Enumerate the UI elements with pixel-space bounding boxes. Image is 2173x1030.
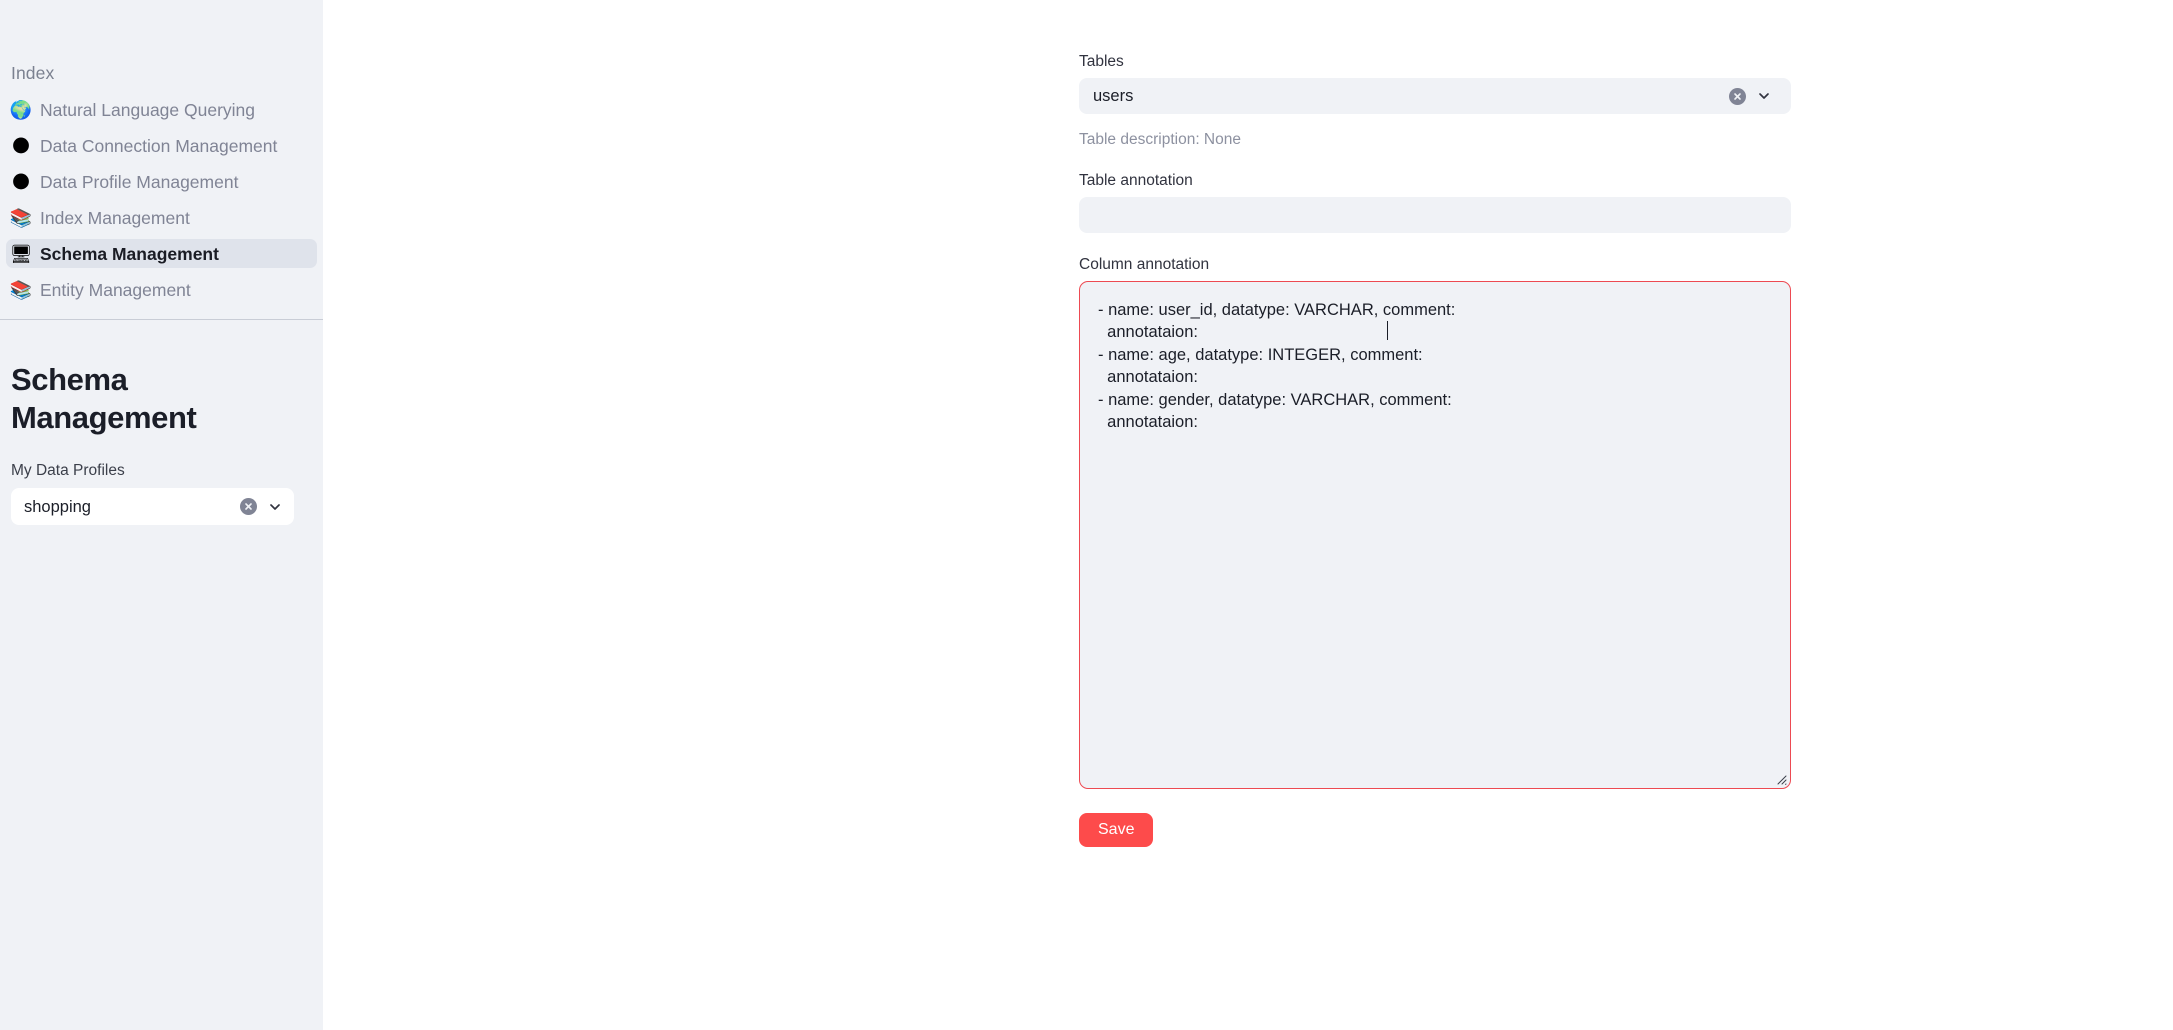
resize-grip-icon[interactable] [1775,773,1787,785]
globe-grey-icon: 🌑 [11,135,31,156]
sidebar-item-label: Data Connection Management [40,135,278,156]
globe-grey-icon: 🌑 [11,171,31,192]
tables-selected-value: users [1093,87,1134,105]
sidebar-item-label: Entity Management [40,279,191,300]
sidebar-item-index-management[interactable]: 📚 Index Management [6,203,317,232]
sidebar-nav-list: 🌍 Natural Language Querying 🌑 Data Conne… [0,95,323,304]
sidebar-item-data-connection-management[interactable]: 🌑 Data Connection Management [6,131,317,160]
sidebar: Index 🌍 Natural Language Querying 🌑 Data… [0,0,323,1030]
clear-icon[interactable] [240,498,257,515]
table-annotation-input[interactable] [1079,197,1791,233]
sidebar-item-label: Natural Language Querying [40,99,256,120]
save-button[interactable]: Save [1079,813,1154,847]
books-icon: 📚 [9,279,33,300]
main-content: Tables users Table description: None Tab… [323,0,2173,1030]
sidebar-item-schema-management[interactable]: 🖥 Schema Management [6,239,317,268]
column-annotation-value: - name: user_id, datatype: VARCHAR, comm… [1098,301,1456,432]
sidebar-item-label: Schema Management [40,243,219,264]
data-profiles-label: My Data Profiles [11,462,125,479]
globe-icon: 🌍 [9,99,33,120]
table-annotation-label: Table annotation [1079,172,1193,189]
page-title: Schema Management [11,362,197,435]
sidebar-item-natural-language-querying[interactable]: 🌍 Natural Language Querying [6,95,317,124]
column-annotation-label: Column annotation [1079,256,1210,273]
schema-form: Tables users Table description: None Tab… [1079,0,1791,847]
column-annotation-textarea[interactable]: - name: user_id, datatype: VARCHAR, comm… [1079,281,1791,789]
tables-label: Tables [1079,53,1124,70]
text-caret [1387,321,1389,340]
clear-icon[interactable] [1729,87,1746,105]
books-icon: 📚 [9,207,33,228]
sidebar-body: Schema Management My Data Profiles shopp… [0,361,323,525]
chevron-down-icon[interactable] [268,500,282,514]
sidebar-item-data-profile-management[interactable]: 🌑 Data Profile Management [6,167,317,196]
sidebar-nav-heading: Index [11,63,55,83]
sidebar-item-label: Data Profile Management [40,171,239,192]
sidebar-item-entity-management[interactable]: 📚 Entity Management [6,275,317,304]
data-profile-selected-value: shopping [24,497,91,516]
sidebar-nav: Index 🌍 Natural Language Querying 🌑 Data… [0,62,323,320]
tables-select[interactable]: users [1079,78,1791,114]
monitor-icon: 🖥 [9,243,33,264]
chevron-down-icon[interactable] [1757,89,1771,103]
app-root: Index 🌍 Natural Language Querying 🌑 Data… [0,0,2173,1030]
data-profile-select[interactable]: shopping [11,488,294,525]
sidebar-item-label: Index Management [40,207,190,228]
table-description: Table description: None [1079,131,1241,148]
sidebar-divider [0,319,323,320]
